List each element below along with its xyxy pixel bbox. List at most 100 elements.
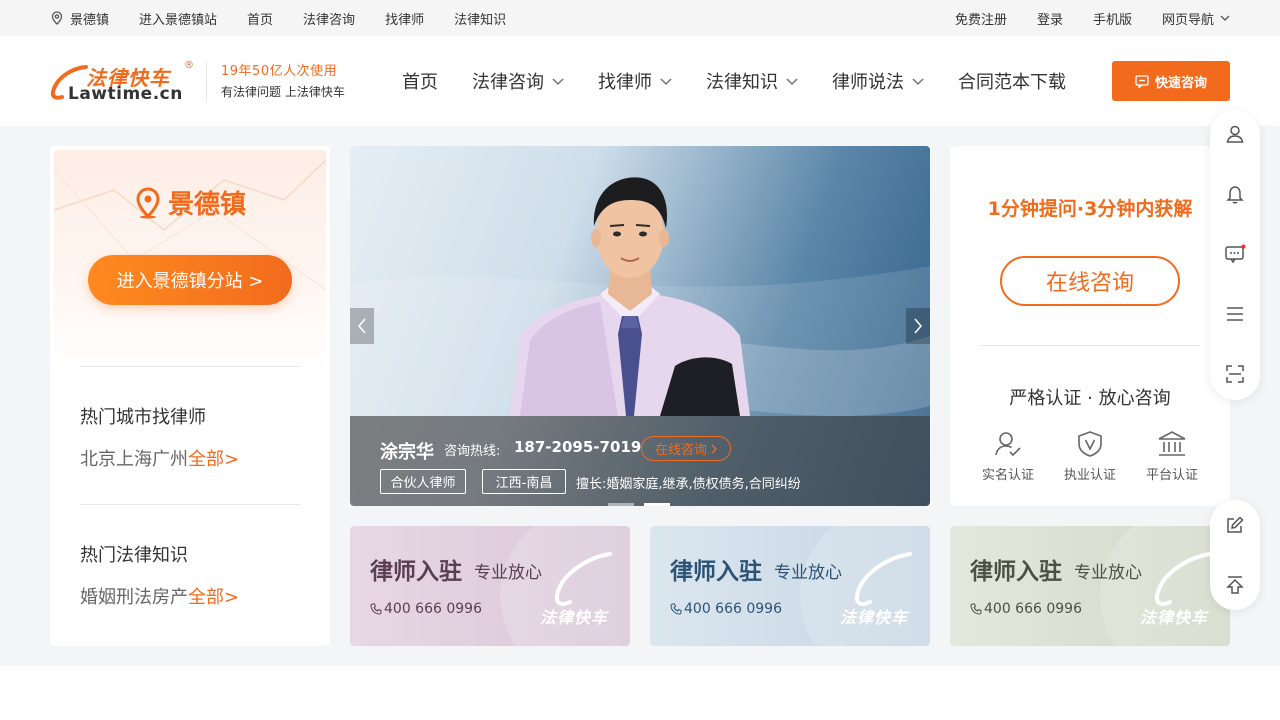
- promo-subtitle: 专业放心: [774, 563, 842, 583]
- promo-phone: 400 666 0996: [970, 601, 1082, 617]
- city-link-beijing[interactable]: 北京: [80, 445, 116, 471]
- topic-link-property[interactable]: 房产: [152, 583, 188, 609]
- promo-decoration: [500, 526, 630, 646]
- login-link[interactable]: 登录: [1037, 9, 1063, 28]
- nav-find-lawyer[interactable]: 找律师: [598, 68, 672, 94]
- banner-dot-active[interactable]: [644, 503, 670, 506]
- site-logo[interactable]: 法律快车 ® Lawtime.cn: [50, 60, 200, 104]
- message-icon[interactable]: [1223, 242, 1247, 266]
- user-check-icon: [995, 432, 1021, 457]
- user-icon[interactable]: [1223, 122, 1247, 146]
- promo-decoration: [1100, 526, 1230, 646]
- enter-station-link[interactable]: 进入景德镇站: [139, 9, 217, 28]
- chevron-down-icon: [912, 78, 924, 85]
- hot-city-links: 北京 上海 广州 全部>: [80, 445, 239, 471]
- nav-knowledge[interactable]: 法律知识: [706, 68, 798, 94]
- lawyer-location-tag: 江西-南昌: [482, 469, 566, 494]
- promo-phone: 400 666 0996: [370, 601, 482, 617]
- city-title: 景德镇: [50, 184, 330, 221]
- nav-lawyer-talk[interactable]: 律师说法: [832, 68, 924, 94]
- hot-knowledge-links: 婚姻 刑法 房产 全部>: [80, 583, 239, 609]
- back-to-top-icon[interactable]: [1223, 573, 1247, 597]
- all-cities-link[interactable]: 全部>: [188, 445, 239, 471]
- lawyer-specialty: 擅长:婚姻家庭,继承,债权债务,合同纠纷: [576, 477, 801, 492]
- lawyer-name: 涂宗华: [380, 442, 434, 463]
- edit-icon[interactable]: [1223, 513, 1247, 537]
- logo-en: Lawtime.cn: [68, 84, 183, 104]
- bell-icon[interactable]: [1223, 182, 1247, 206]
- chevron-left-icon: [358, 318, 366, 334]
- city-link-shanghai[interactable]: 上海: [116, 445, 152, 471]
- promo-title: 律师入驻: [970, 559, 1062, 585]
- lawyer-photo: [510, 177, 750, 416]
- top-home-link[interactable]: 首页: [247, 9, 273, 28]
- phone-icon: [970, 603, 982, 615]
- cert-platform: 平台认证: [1137, 430, 1207, 483]
- lawyer-banner[interactable]: 涂宗华 咨询热线: 187-2095-7019 在线咨询 合伙人律师 江西-南昌…: [350, 146, 930, 506]
- cert-realname: 实名认证: [973, 430, 1043, 483]
- lawyer-title-tag: 合伙人律师: [380, 469, 466, 494]
- menu-icon[interactable]: [1223, 302, 1247, 326]
- promo-decoration: [800, 526, 930, 646]
- divider: [980, 345, 1200, 346]
- divider: [80, 366, 300, 367]
- nav-consult[interactable]: 法律咨询: [472, 68, 564, 94]
- shield-icon: [1078, 431, 1102, 457]
- promo-phone-number: 400 666 0996: [684, 601, 782, 617]
- quick-consult-label: 快速咨询: [1154, 75, 1207, 91]
- location-link[interactable]: 景德镇: [50, 9, 109, 28]
- topic-link-marriage[interactable]: 婚姻: [80, 583, 116, 609]
- banner-prev-button[interactable]: [350, 308, 374, 344]
- top-bar: 景德镇 进入景德镇站 首页 法律咨询 找律师 法律知识 免费注册 登录 手机版 …: [0, 0, 1280, 36]
- top-knowledge-link[interactable]: 法律知识: [454, 9, 506, 28]
- hotline-label: 咨询热线:: [444, 444, 501, 459]
- register-link[interactable]: 免费注册: [955, 9, 1007, 28]
- banner-online-consult-button[interactable]: 在线咨询: [641, 436, 731, 461]
- promo-title: 律师入驻: [370, 559, 462, 585]
- city-name: 景德镇: [167, 190, 246, 220]
- phone-icon: [670, 603, 682, 615]
- scan-icon[interactable]: [1223, 362, 1247, 386]
- nav-home[interactable]: 首页: [402, 68, 438, 94]
- lawyer-phone: 187-2095-7019: [514, 438, 642, 456]
- slogan: 19年50亿人次使用 有法律问题 上法律快车: [206, 62, 345, 102]
- slogan-line1: 19年50亿人次使用: [221, 64, 338, 79]
- banner-pagination: [608, 503, 680, 506]
- mobile-link[interactable]: 手机版: [1093, 9, 1132, 28]
- promo-subtitle: 专业放心: [1074, 563, 1142, 583]
- consult-card: 1分钟提问·3分钟内获解 在线咨询 严格认证 · 放心咨询 实名认证 执业认证 …: [950, 146, 1230, 506]
- banner-online-consult-label: 在线咨询: [654, 443, 707, 458]
- banner-next-button[interactable]: [906, 308, 930, 344]
- enter-city-button[interactable]: 进入景德镇分站 >: [88, 255, 292, 305]
- hot-city-title: 热门城市找律师: [80, 407, 206, 428]
- hot-knowledge-title: 热门法律知识: [80, 545, 188, 566]
- header: 法律快车 ® Lawtime.cn 19年50亿人次使用 有法律问题 上法律快车…: [0, 36, 1280, 126]
- consult-subtitle: 严格认证 · 放心咨询: [1009, 388, 1171, 409]
- promo-card-2[interactable]: 律师入驻 专业放心 400 666 0996 法律快车: [650, 526, 930, 646]
- cert-realname-label: 实名认证: [981, 468, 1034, 483]
- city-card: 景德镇 进入景德镇分站 > 热门城市找律师 北京 上海 广州 全部> 热门法律知…: [50, 146, 330, 646]
- all-topics-link[interactable]: 全部>: [188, 583, 239, 609]
- city-link-guangzhou[interactable]: 广州: [152, 445, 188, 471]
- online-consult-button[interactable]: 在线咨询: [1000, 256, 1180, 306]
- chevron-down-icon: [552, 78, 564, 85]
- chevron-down-icon: [1220, 15, 1230, 21]
- top-find-lawyer-link[interactable]: 找律师: [385, 9, 424, 28]
- consult-headline: 1分钟提问·3分钟内获解: [987, 198, 1193, 220]
- chevron-right-icon: [914, 318, 922, 334]
- promo-title: 律师入驻: [670, 559, 762, 585]
- banner-dot[interactable]: [608, 503, 634, 506]
- slogan-line2: 有法律问题 上法律快车: [221, 85, 345, 99]
- web-nav-dropdown[interactable]: 网页导航: [1162, 9, 1230, 28]
- nav-contract-download[interactable]: 合同范本下载: [958, 68, 1066, 94]
- topic-link-criminal[interactable]: 刑法: [116, 583, 152, 609]
- promo-card-3[interactable]: 律师入驻 专业放心 400 666 0996 法律快车: [950, 526, 1230, 646]
- location-pin-icon: [136, 186, 160, 218]
- promo-phone-number: 400 666 0996: [984, 601, 1082, 617]
- promo-brand: 法律快车: [840, 608, 909, 627]
- promo-card-1[interactable]: 律师入驻 专业放心 400 666 0996 法律快车: [350, 526, 630, 646]
- promo-phone-number: 400 666 0996: [384, 601, 482, 617]
- quick-consult-button[interactable]: 快速咨询: [1112, 61, 1230, 101]
- location-label: 景德镇: [70, 12, 110, 28]
- top-consult-link[interactable]: 法律咨询: [303, 9, 355, 28]
